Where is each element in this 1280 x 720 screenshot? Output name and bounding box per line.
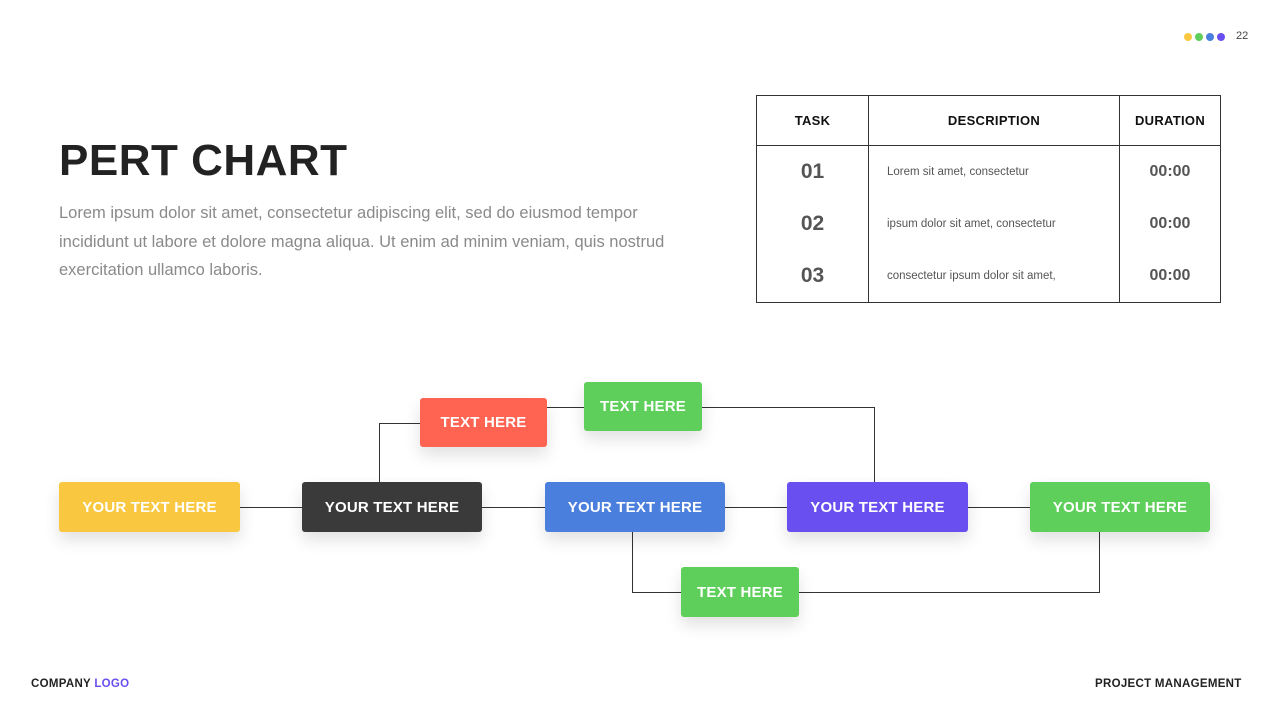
- pert-node-2: YOUR TEXT HERE: [302, 482, 482, 532]
- edge-n2-t1: [379, 423, 420, 482]
- pert-subnode-green-bottom: TEXT HERE: [681, 567, 799, 617]
- logo-text: LOGO: [94, 678, 130, 690]
- pert-node-end: YOUR TEXT HERE: [1030, 482, 1210, 532]
- pert-node-start: YOUR TEXT HERE: [59, 482, 240, 532]
- edge-n3-t3: [632, 532, 681, 593]
- section-label: PROJECT MANAGEMENT: [1095, 678, 1242, 690]
- edge-t2-n4: [702, 407, 875, 482]
- company-logo: COMPANY LOGO: [31, 678, 129, 690]
- pert-subnode-red: TEXT HERE: [420, 398, 547, 447]
- connector-lines: [240, 407, 1100, 593]
- pert-subnode-green-top: TEXT HERE: [584, 382, 702, 431]
- company-text: COMPANY: [31, 678, 91, 690]
- pert-node-4: YOUR TEXT HERE: [787, 482, 968, 532]
- pert-node-3: YOUR TEXT HERE: [545, 482, 725, 532]
- edge-t3-n5: [799, 532, 1100, 593]
